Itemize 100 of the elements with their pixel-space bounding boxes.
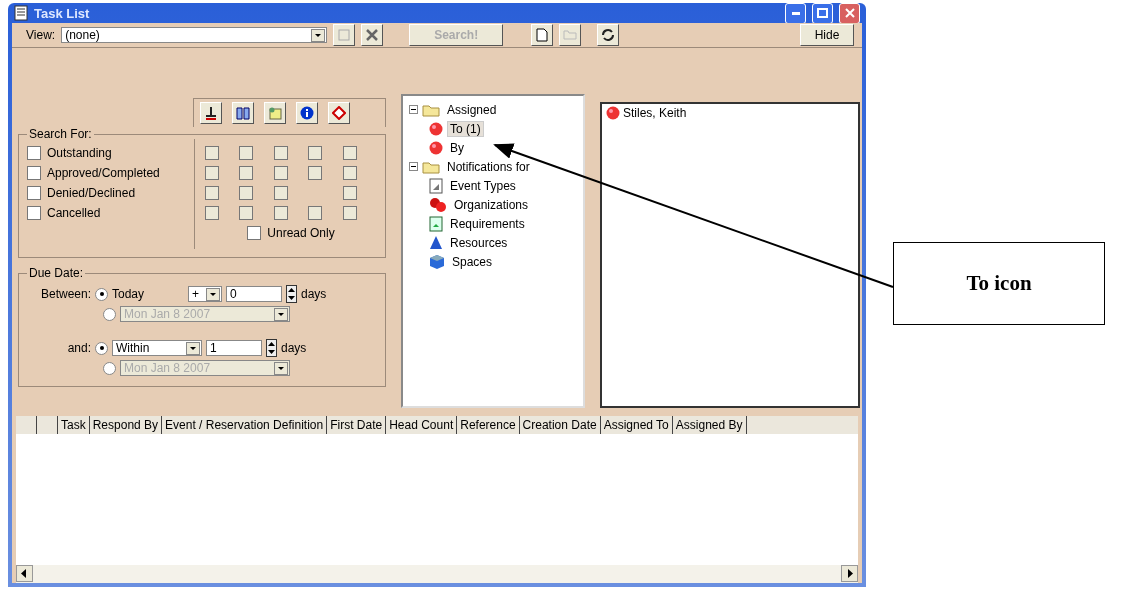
checkbox[interactable] [342, 186, 357, 200]
stamp-button[interactable] [200, 102, 222, 124]
checkbox[interactable] [239, 206, 254, 220]
checkbox[interactable] [205, 206, 219, 220]
new-document-button[interactable] [531, 24, 554, 46]
checkbox[interactable] [247, 226, 262, 240]
checkbox[interactable] [273, 186, 288, 200]
caret-icon [311, 28, 326, 42]
checkbox-label: Unread Only [267, 226, 335, 240]
checkbox[interactable] [308, 166, 323, 180]
spinner[interactable] [286, 285, 297, 303]
note-button[interactable] [264, 102, 286, 124]
checkbox[interactable] [273, 146, 288, 160]
book-icon [236, 106, 250, 120]
book-button[interactable] [232, 102, 254, 124]
checkbox[interactable] [342, 206, 357, 220]
tree-item[interactable]: To (1) [447, 120, 484, 137]
folder-icon [422, 102, 440, 117]
checkbox[interactable] [205, 166, 219, 180]
column-header[interactable]: Assigned By [672, 416, 747, 434]
column-header[interactable]: Creation Date [519, 416, 601, 434]
checkbox[interactable] [308, 146, 323, 160]
tree-item[interactable]: Resources [447, 234, 511, 251]
folder-icon [422, 159, 440, 174]
checkbox[interactable] [342, 146, 357, 160]
field-label: Between: [39, 287, 91, 301]
view-dropdown[interactable]: (none) [61, 27, 328, 43]
info-button[interactable] [296, 102, 318, 124]
folder-button[interactable] [559, 24, 582, 46]
tree-item[interactable]: Event Types [447, 177, 519, 194]
column-header[interactable]: Task [58, 416, 90, 434]
radio-label: Today [112, 287, 146, 301]
stamp-icon [204, 106, 218, 120]
range-dropdown[interactable]: Within [112, 340, 202, 356]
group-label: Search For: [28, 127, 93, 141]
checkbox[interactable] [205, 186, 219, 200]
maximize-button[interactable] [812, 2, 833, 24]
tree-item[interactable]: Notifications for [444, 158, 533, 175]
tree-item[interactable]: Organizations [451, 196, 532, 213]
eraser-button[interactable] [328, 102, 350, 124]
checkbox[interactable] [239, 146, 254, 160]
caret-icon [274, 307, 288, 321]
checkbox[interactable] [239, 186, 254, 200]
horizontal-scrollbar[interactable] [16, 565, 858, 583]
close-button[interactable] [839, 2, 860, 24]
minimize-icon [791, 11, 800, 15]
refresh-icon [601, 28, 616, 42]
balls-icon [429, 196, 447, 213]
scroll-right-button[interactable] [841, 565, 858, 582]
checkbox[interactable] [273, 166, 288, 180]
ball-icon [429, 140, 443, 155]
sign-dropdown[interactable]: + [188, 286, 222, 302]
column-header[interactable]: Assigned To [600, 416, 673, 434]
document-icon [14, 5, 28, 21]
column-header[interactable]: Reference [457, 416, 520, 434]
days-field[interactable]: 0 [226, 286, 282, 302]
radio-button[interactable] [103, 307, 116, 321]
refresh-button[interactable] [597, 24, 620, 46]
column-header[interactable]: Respond By [89, 416, 163, 434]
tree-item[interactable]: Requirements [447, 215, 528, 232]
down-arrow-icon [288, 296, 295, 300]
window-title: Task List [34, 5, 91, 21]
tree-item[interactable]: Spaces [449, 253, 496, 270]
group-label: Due Date: [28, 266, 85, 280]
column-header[interactable]: Event / Reservation Definition [162, 416, 328, 434]
ball-icon [429, 121, 443, 136]
radio-button[interactable] [95, 341, 108, 355]
days-field[interactable]: 1 [206, 340, 262, 356]
up-arrow-icon [288, 288, 295, 292]
checkbox[interactable] [273, 206, 288, 220]
info-icon [300, 106, 314, 120]
collapse-icon[interactable] [409, 105, 418, 114]
checkbox[interactable] [239, 166, 254, 180]
collapse-icon[interactable] [409, 162, 418, 171]
radio-button[interactable] [95, 287, 108, 301]
minimize-button[interactable] [785, 2, 806, 24]
checkbox[interactable] [27, 146, 41, 160]
radio-button[interactable] [103, 361, 116, 375]
view-label: View: [26, 28, 56, 42]
checkbox[interactable] [205, 146, 219, 160]
checkbox[interactable] [27, 186, 41, 200]
checkbox[interactable] [342, 166, 357, 180]
checkbox-label: Outstanding [47, 146, 112, 160]
document-icon [536, 28, 549, 42]
spinner[interactable] [266, 339, 277, 357]
tree-item[interactable]: Assigned [444, 101, 500, 118]
checkbox[interactable] [27, 206, 41, 220]
ball-icon [606, 106, 620, 120]
list-item[interactable]: Stiles, Keith [623, 106, 687, 120]
checkbox[interactable] [308, 206, 323, 220]
delete-view-button[interactable] [361, 24, 384, 46]
checkbox[interactable] [27, 166, 41, 180]
folder-icon [563, 30, 578, 40]
scroll-left-button[interactable] [16, 565, 33, 582]
save-view-button[interactable] [333, 24, 356, 46]
hide-button[interactable]: Hide [800, 24, 854, 46]
checkbox-label: Cancelled [47, 206, 101, 220]
tree-item[interactable]: By [447, 139, 467, 156]
column-header[interactable]: First Date [327, 416, 387, 434]
column-header[interactable]: Head Count [386, 416, 458, 434]
